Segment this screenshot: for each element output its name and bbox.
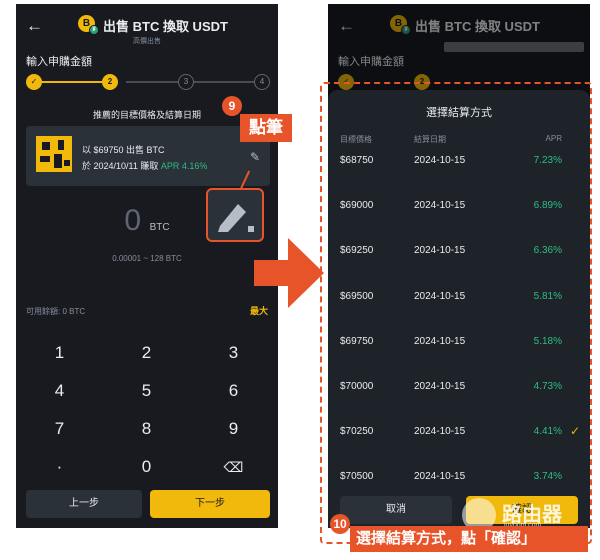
card-price-text: 以 $69750 出售 BTC [82,145,165,155]
key-8[interactable]: 8 [103,410,190,448]
key-5[interactable]: 5 [103,372,190,410]
stepper-line-done [34,81,110,83]
recommendation-card[interactable]: 以 $69750 出售 BTC 於 2024/10/11 賺取 APR 4.16… [26,126,270,186]
key-2[interactable]: 2 [103,334,190,372]
zoomed-edit-icon [206,188,264,242]
pixel-art-icon [36,136,72,172]
amount-range: 0.00001 ~ 128 BTC [112,254,182,263]
page-title: 出售 BTC 換取 USDT [103,19,228,34]
key-9[interactable]: 9 [190,410,277,448]
step-2: 2 [102,74,118,90]
step-4: 4 [254,74,270,90]
prev-step-button[interactable]: 上一步 [26,490,142,518]
btc-usdt-coin-icon: B ₮ [78,15,99,35]
key-1[interactable]: 1 [16,334,103,372]
key-3[interactable]: 3 [190,334,277,372]
key-decimal[interactable]: · [16,448,103,486]
card-apr: APR 4.16% [160,161,208,171]
stepper-line-todo [126,81,270,83]
available-balance: 可用餘額: 0 BTC [26,307,86,316]
left-phone-screen: ← B ₮ 出售 BTC 換取 USDT 高價出售 輸入申購金額 ✓ 2 3 4 … [16,4,278,528]
amount-value: 0 [124,204,142,237]
step-1-check-icon: ✓ [26,74,42,90]
progress-stepper: ✓ 2 3 4 [26,74,270,90]
key-7[interactable]: 7 [16,410,103,448]
highlight-frame [320,82,592,544]
annotation-badge-10: 10 [330,514,350,534]
key-6[interactable]: 6 [190,372,277,410]
edit-pencil-icon[interactable]: ✎ [250,150,260,164]
next-step-button[interactable]: 下一步 [150,490,270,518]
back-arrow-icon[interactable]: ← [26,16,43,36]
annotation-label-10: 選擇結算方式，點「確認」 [350,526,588,552]
zoomed-pencil-icon [218,204,254,232]
key-0[interactable]: 0 [103,448,190,486]
key-4[interactable]: 4 [16,372,103,410]
header: ← B ₮ 出售 BTC 換取 USDT 高價出售 [16,12,278,48]
step-3: 3 [178,74,194,90]
annotation-label-9: 點筆 [240,114,292,142]
annotation-badge-9: 9 [222,96,242,116]
section-label: 輸入申購金額 [26,56,92,68]
transition-arrow-icon [254,238,324,308]
card-date-text: 於 2024/10/11 賺取 APR 4.16% [82,161,208,171]
page-subtitle: 高價出售 [133,38,161,45]
backspace-icon[interactable]: ⌫ [190,448,277,486]
amount-unit: BTC [149,222,170,233]
